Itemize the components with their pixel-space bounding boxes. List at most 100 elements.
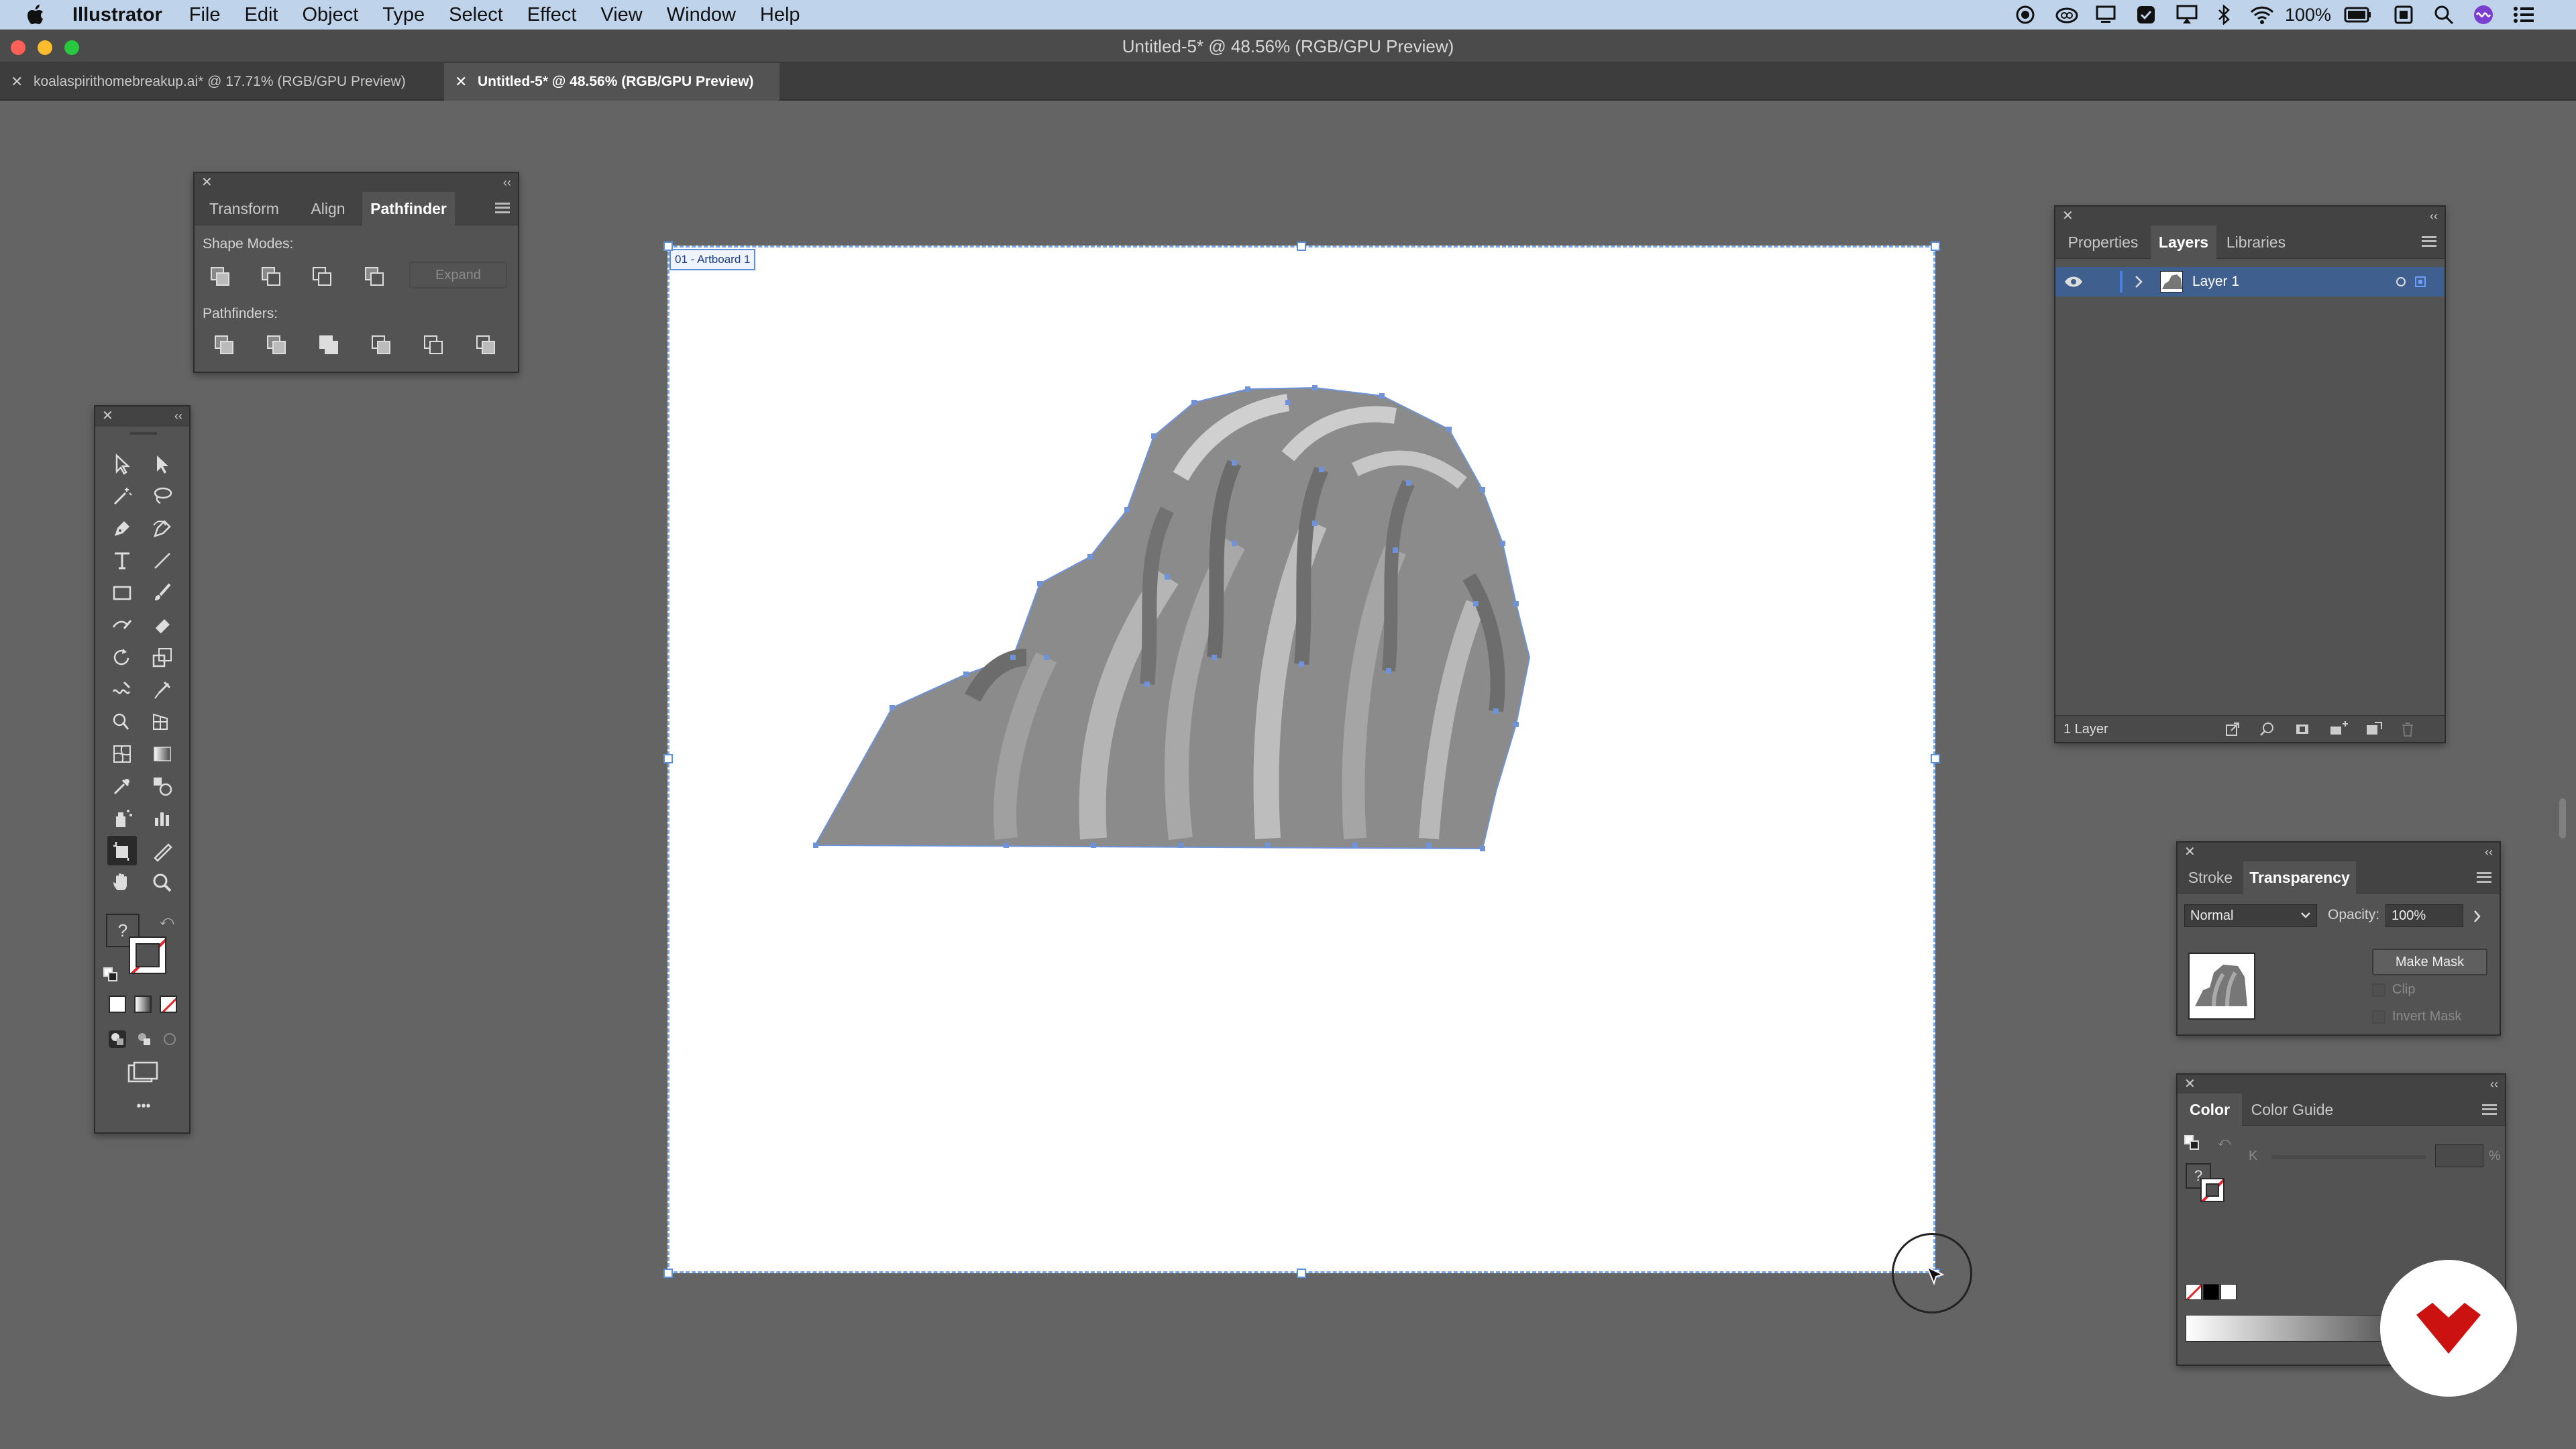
artboard-tool-icon[interactable]: [107, 836, 137, 865]
slice-tool-icon[interactable]: [148, 836, 177, 865]
creative-cloud-icon[interactable]: [2055, 0, 2078, 30]
minus-back-button[interactable]: [474, 333, 498, 357]
type-tool-icon[interactable]: [107, 546, 137, 576]
k-channel-slider[interactable]: [2271, 1155, 2426, 1159]
collapse-icon[interactable]: ‹‹: [174, 407, 182, 425]
eraser-tool-icon[interactable]: [148, 610, 177, 640]
blend-mode-select[interactable]: Normal: [2184, 904, 2317, 927]
record-icon[interactable]: [2015, 0, 2035, 30]
display-icon[interactable]: [2096, 0, 2116, 30]
scale-tool-icon[interactable]: [148, 643, 177, 672]
close-icon[interactable]: ✕: [2184, 843, 2196, 861]
opacity-slider-chevron-icon[interactable]: [2473, 910, 2482, 923]
artboard-handle[interactable]: [663, 241, 673, 251]
expand-button[interactable]: Expand: [409, 262, 507, 288]
menu-object[interactable]: Object: [302, 4, 358, 26]
k-channel-input[interactable]: [2435, 1144, 2483, 1167]
notification-center-icon[interactable]: [2513, 0, 2534, 30]
artboard-handle[interactable]: [663, 754, 673, 763]
wifi-icon[interactable]: [2250, 0, 2274, 30]
perspective-grid-tool-icon[interactable]: [148, 707, 177, 737]
hand-tool-icon[interactable]: [107, 868, 137, 898]
grip-handle[interactable]: [130, 432, 157, 435]
default-colors-icon[interactable]: [2184, 1135, 2200, 1151]
new-layer-icon[interactable]: [2365, 721, 2383, 737]
tab-stroke[interactable]: Stroke: [2178, 861, 2243, 894]
warp-tool-icon[interactable]: [107, 675, 137, 704]
make-mask-button[interactable]: Make Mask: [2372, 949, 2487, 975]
selection-tool-icon[interactable]: [107, 449, 137, 479]
expand-layer-chevron-icon[interactable]: [2133, 275, 2144, 288]
target-icon[interactable]: [2396, 277, 2406, 286]
mesh-tool-icon[interactable]: [107, 739, 137, 769]
layer-name[interactable]: Layer 1: [2192, 267, 2239, 297]
panel-header[interactable]: ✕ ‹‹: [195, 173, 518, 192]
menu-window[interactable]: Window: [667, 4, 736, 26]
menu-view[interactable]: View: [600, 4, 642, 26]
rotate-tool-icon[interactable]: [107, 643, 137, 672]
menu-file[interactable]: File: [189, 4, 221, 26]
rectangle-tool-icon[interactable]: [107, 578, 137, 608]
panel-menu-icon[interactable]: [2477, 872, 2491, 883]
layer-row[interactable]: Layer 1: [2055, 267, 2445, 297]
selection-indicator-icon[interactable]: [2415, 276, 2426, 287]
pen-tool-icon[interactable]: [107, 514, 137, 543]
menu-app-name[interactable]: Illustrator: [72, 4, 162, 26]
outline-button[interactable]: [421, 333, 445, 357]
visibility-eye-icon[interactable]: [2063, 274, 2084, 290]
menu-type[interactable]: Type: [382, 4, 425, 26]
minus-front-button[interactable]: [259, 264, 283, 288]
tab-color[interactable]: Color: [2178, 1093, 2242, 1126]
panel-menu-icon[interactable]: [2422, 236, 2436, 247]
direct-selection-tool-icon[interactable]: [148, 449, 177, 479]
crop-button[interactable]: [369, 333, 393, 357]
battery-icon[interactable]: [2344, 0, 2372, 30]
black-swatch[interactable]: [2203, 1284, 2219, 1300]
white-swatch[interactable]: [2220, 1284, 2237, 1300]
curvature-tool-icon[interactable]: [148, 514, 177, 543]
swap-fill-stroke-icon[interactable]: ⤺: [160, 914, 174, 929]
shape-builder-tool-icon[interactable]: [107, 707, 137, 737]
edit-toolbar-button[interactable]: •••: [95, 1099, 192, 1114]
collapse-icon[interactable]: ‹‹: [2485, 843, 2493, 861]
stroke-swatch[interactable]: [129, 936, 166, 974]
draw-behind-icon[interactable]: [134, 1029, 154, 1049]
zoom-tool-icon[interactable]: [148, 868, 177, 898]
divide-button[interactable]: [212, 333, 236, 357]
shaper-tool-icon[interactable]: [107, 610, 137, 640]
none-mode-button[interactable]: [160, 996, 177, 1013]
artboard-handle[interactable]: [1931, 754, 1940, 763]
artboard-label[interactable]: 01 - Artboard 1: [669, 249, 756, 270]
tab-align[interactable]: Align: [294, 192, 362, 225]
tab-transform[interactable]: Transform: [195, 192, 294, 225]
artboard-handle[interactable]: [1297, 1269, 1306, 1278]
menu-select[interactable]: Select: [449, 4, 503, 26]
keyboard-input-icon[interactable]: [2394, 0, 2414, 30]
export-icon[interactable]: [2224, 721, 2241, 737]
check-shield-icon[interactable]: [2136, 0, 2156, 30]
new-sublayer-icon[interactable]: [2329, 721, 2349, 737]
koala-fur-artwork[interactable]: [805, 376, 1744, 859]
close-icon[interactable]: ✕: [2062, 207, 2074, 225]
artboard-handle[interactable]: [1297, 241, 1306, 251]
tab-layers[interactable]: Layers: [2151, 225, 2216, 259]
opacity-input[interactable]: 100%: [2385, 904, 2463, 927]
unite-button[interactable]: [208, 264, 232, 288]
panel-header[interactable]: ✕ ‹‹: [2055, 207, 2445, 225]
panel-header[interactable]: ✕ ‹‹: [2178, 1075, 2505, 1093]
swap-colors-icon[interactable]: ⤺: [2218, 1135, 2231, 1149]
delete-layer-icon[interactable]: [2400, 721, 2415, 737]
close-tab-icon[interactable]: ✕: [11, 63, 23, 101]
column-graph-tool-icon[interactable]: [148, 804, 177, 833]
lasso-tool-icon[interactable]: [148, 482, 177, 511]
draw-normal-icon[interactable]: [107, 1029, 127, 1049]
collapse-icon[interactable]: ‹‹: [503, 173, 511, 192]
tab-color-guide[interactable]: Color Guide: [2242, 1093, 2343, 1126]
menu-effect[interactable]: Effect: [527, 4, 577, 26]
puppet-warp-tool-icon[interactable]: [148, 675, 177, 704]
blend-tool-icon[interactable]: [148, 771, 177, 801]
doc-tab-koala[interactable]: ✕ koalaspirithomebreakup.ai* @ 17.71% (R…: [0, 63, 443, 101]
collapse-icon[interactable]: ‹‹: [2430, 207, 2438, 225]
panel-menu-icon[interactable]: [2482, 1104, 2497, 1115]
clipping-mask-icon[interactable]: [2294, 721, 2310, 737]
